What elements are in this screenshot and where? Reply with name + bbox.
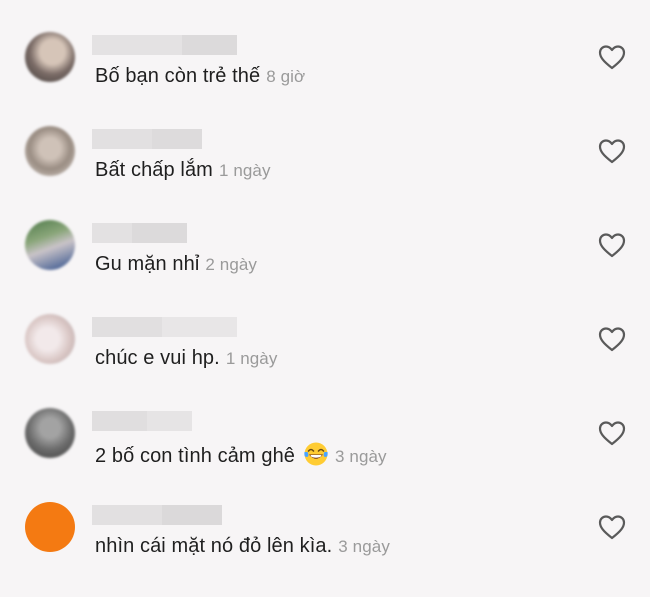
comment-item: 2 bố con tình cảm ghê 3 ngày [0, 408, 650, 503]
avatar[interactable] [25, 314, 75, 364]
username-blurred[interactable] [92, 223, 187, 243]
comment-body: chúc e vui hp. [95, 347, 220, 369]
comment-body: 2 bố con tình cảm ghê [95, 445, 296, 467]
comment-time: 3 ngày [335, 447, 387, 466]
avatar[interactable] [25, 220, 75, 270]
username-blurred[interactable] [92, 129, 202, 149]
username-blurred[interactable] [92, 35, 237, 55]
laughing-tears-emoji-icon [304, 442, 328, 466]
username-blurred[interactable] [92, 505, 222, 525]
comment-time: 2 ngày [205, 255, 258, 274]
avatar[interactable] [25, 408, 75, 458]
avatar[interactable] [25, 32, 75, 82]
heart-icon[interactable] [598, 138, 626, 164]
comment-time: 1 ngày [218, 161, 271, 180]
comment-body: Gu mặn nhỉ [95, 253, 200, 275]
comment-item: chúc e vui hp. 1 ngày [0, 314, 650, 409]
comment-body: Bố bạn còn trẻ thế [95, 65, 261, 87]
comment-item: nhìn cái mặt nó đỏ lên kìa. 3 ngày [0, 502, 650, 597]
avatar[interactable] [25, 502, 75, 552]
comment-text: Bố bạn còn trẻ thế 8 giờ [95, 65, 305, 88]
comment-list: Bố bạn còn trẻ thế 8 giờ Bất chấp lắm 1 ng… [0, 0, 650, 579]
heart-icon[interactable] [598, 514, 626, 540]
heart-icon[interactable] [598, 232, 626, 258]
comment-item: Bất chấp lắm 1 ngày [0, 126, 650, 221]
heart-icon[interactable] [598, 420, 626, 446]
comment-item: Bố bạn còn trẻ thế 8 giờ [0, 32, 650, 127]
comment-item: Gu mặn nhỉ 2 ngày [0, 220, 650, 315]
comment-body: nhìn cái mặt nó đỏ lên kìa. [95, 535, 333, 557]
comment-text: Bất chấp lắm 1 ngày [95, 159, 271, 182]
comment-text: chúc e vui hp. 1 ngày [95, 347, 277, 370]
heart-icon[interactable] [598, 44, 626, 70]
comment-text: Gu mặn nhỉ 2 ngày [95, 253, 257, 276]
comment-time: 3 ngày [338, 537, 390, 556]
comment-time: 8 giờ [266, 67, 306, 86]
heart-icon[interactable] [598, 326, 626, 352]
comment-text: 2 bố con tình cảm ghê 3 ngày [95, 441, 387, 468]
comment-body: Bất chấp lắm [95, 159, 213, 181]
username-blurred[interactable] [92, 411, 192, 431]
comment-time: 1 ngày [225, 349, 278, 368]
avatar[interactable] [25, 126, 75, 176]
comment-text: nhìn cái mặt nó đỏ lên kìa. 3 ngày [95, 535, 390, 558]
username-blurred[interactable] [92, 317, 237, 337]
